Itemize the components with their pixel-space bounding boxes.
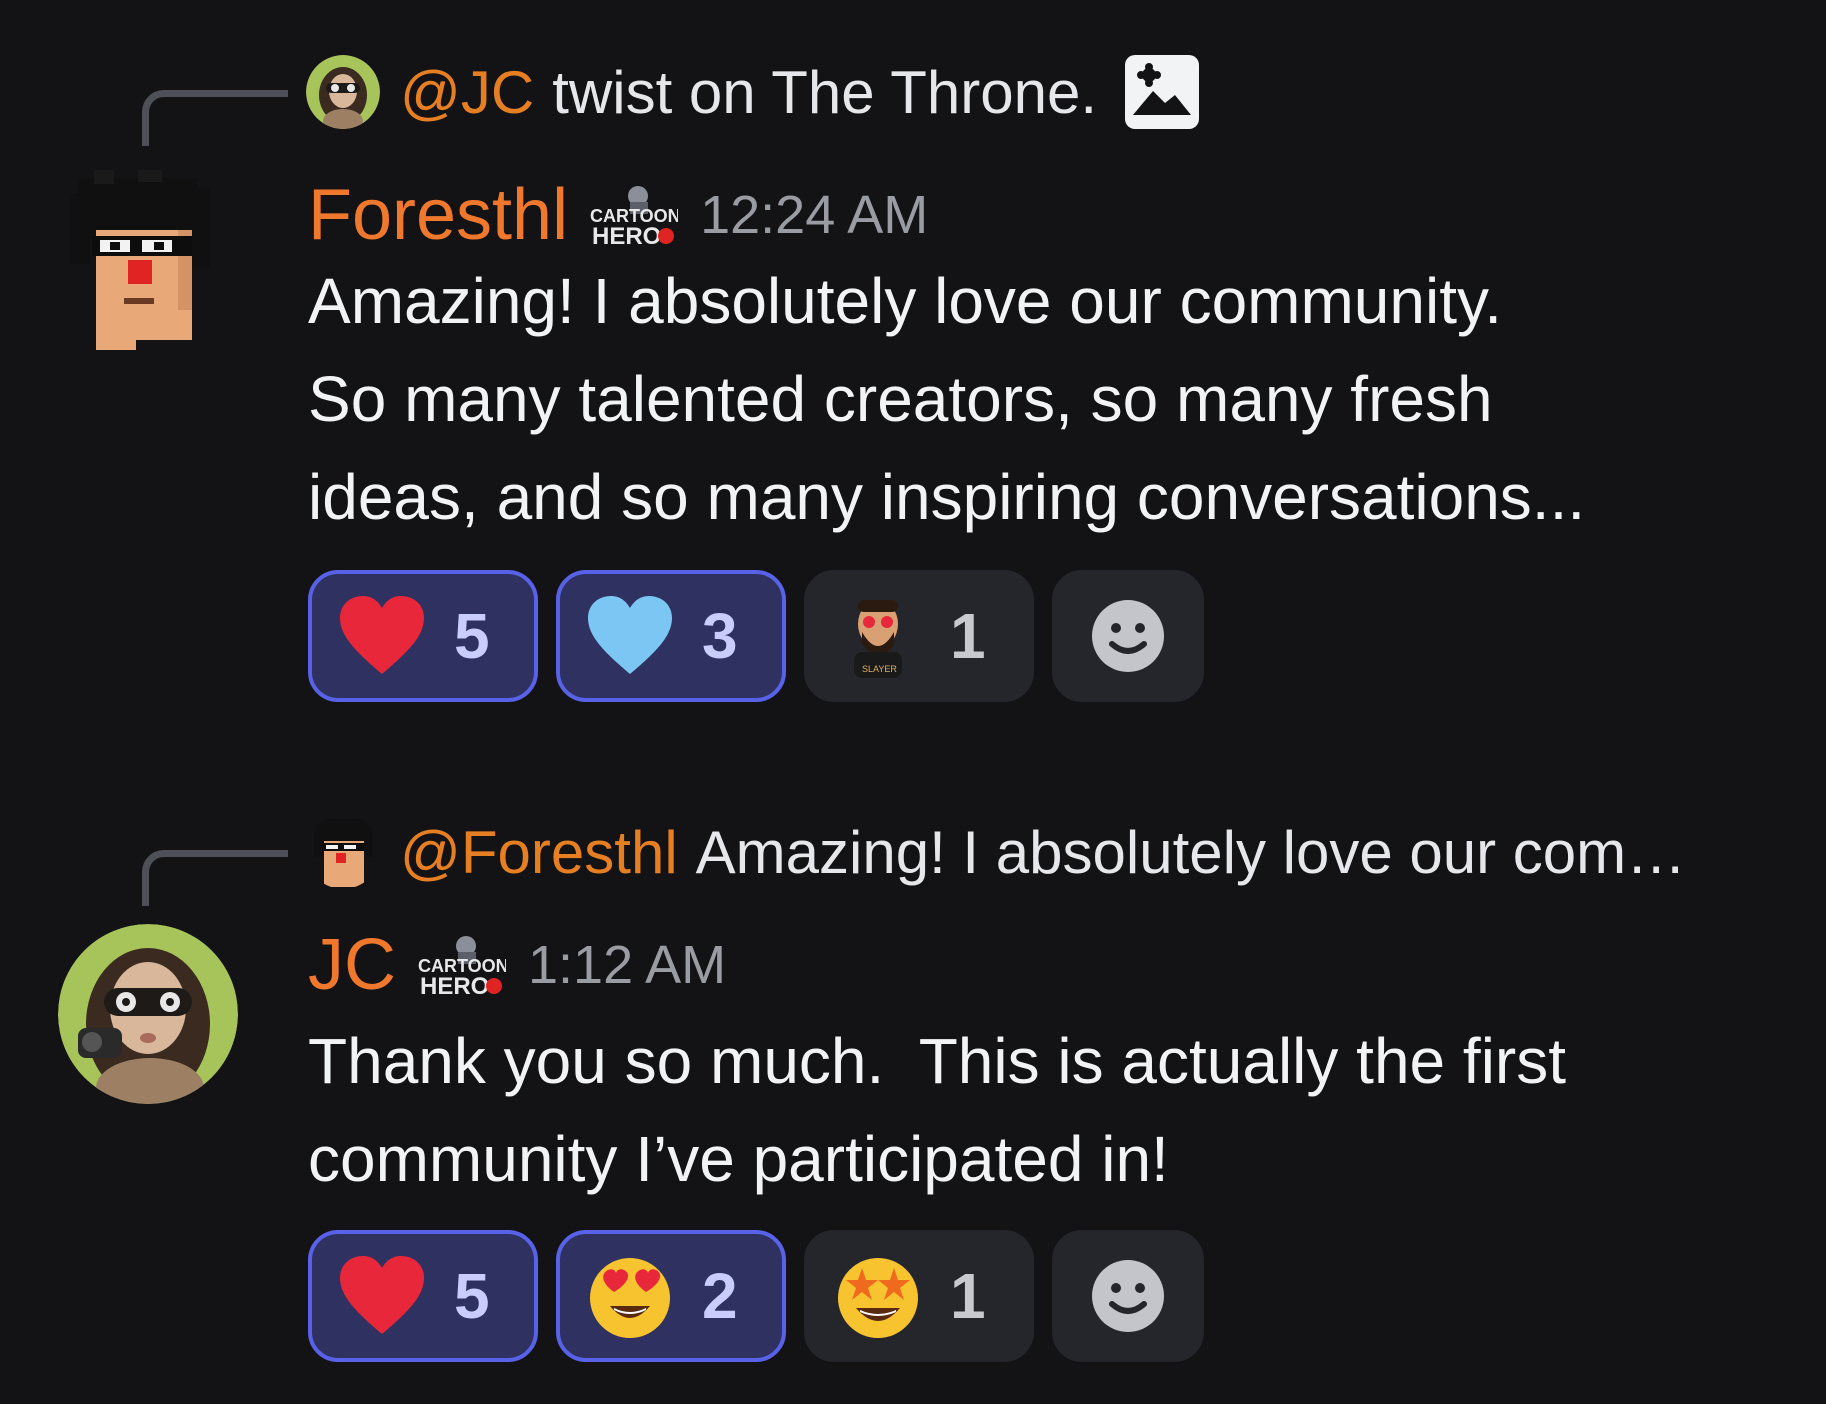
add-reaction-button[interactable] [1052,570,1204,702]
smiley-add-icon [1092,1260,1164,1332]
badge-line2: HERO [592,223,661,248]
reply-connector [142,850,288,906]
cartoon-hero-badge-icon: CARTOON HERO [586,182,681,250]
reaction-count: 2 [702,1260,738,1332]
reactions-bar: 5 3 SLAYER 1 [308,570,1204,702]
reply-preview[interactable]: @JC twist on The Throne. [306,52,1201,132]
badge-line2: HERO [420,973,489,998]
reply-preview[interactable]: @Foresthl Amazing! I absolutely love our… [306,812,1686,892]
message-header: Foresthl CARTOON HERO 12:24 AM [308,170,928,260]
message-body: Thank you so much. This is actually the … [308,1012,1778,1208]
body-line: ideas, and so many inspiring conversatio… [308,461,1586,533]
reply-mention[interactable]: @Foresthl [400,818,678,887]
reply-mention[interactable]: @JC [400,58,534,127]
avatar-foresthl[interactable] [58,170,238,350]
body-line: Thank you so much. This is actually the … [308,1025,1566,1097]
username[interactable]: Foresthl [308,174,568,256]
image-icon [1123,53,1201,131]
reaction-heart-eyes[interactable]: 2 [556,1230,786,1362]
reaction-star-struck[interactable]: 1 [804,1230,1034,1362]
message-header: JC CARTOON HERO 1:12 AM [308,920,726,1010]
reactions-bar: 5 2 1 [308,1230,1204,1362]
reaction-count: 1 [950,1260,986,1332]
smiley-add-icon [1092,600,1164,672]
timestamp[interactable]: 12:24 AM [700,184,928,246]
avatar-jc[interactable] [58,924,238,1104]
reaction-custom-slayer[interactable]: SLAYER 1 [804,570,1034,702]
reaction-red-heart[interactable]: 5 [308,1230,538,1362]
heart-eyes-icon [590,1258,670,1338]
slayer-label: SLAYER [862,664,897,674]
body-line: So many talented creators, so many fresh [308,363,1493,435]
message-body: Amazing! I absolutely love our community… [308,252,1778,546]
reaction-count: 5 [454,1260,490,1332]
reaction-count: 5 [454,600,490,672]
red-heart-icon [340,1256,424,1334]
reply-connector [142,90,288,146]
timestamp[interactable]: 1:12 AM [528,934,726,996]
reply-text: twist on The Throne. [552,58,1097,126]
star-struck-icon [838,1258,918,1338]
reaction-red-heart[interactable]: 5 [308,570,538,702]
slayer-avatar-icon: SLAYER [854,600,902,678]
reaction-count: 1 [950,600,986,672]
add-reaction-button[interactable] [1052,1230,1204,1362]
red-heart-icon [340,596,424,674]
cartoon-hero-badge-icon: CARTOON HERO [414,932,509,1000]
reply-avatar-foresthl [306,815,380,889]
reply-avatar-jc [306,55,380,129]
blue-heart-icon [588,596,672,674]
reaction-blue-heart[interactable]: 3 [556,570,786,702]
username[interactable]: JC [308,924,396,1006]
reply-text: Amazing! I absolutely love our com… [695,818,1687,886]
body-line: community I’ve participated in! [308,1123,1169,1195]
body-line: Amazing! I absolutely love our community… [308,265,1502,337]
reaction-count: 3 [702,600,738,672]
